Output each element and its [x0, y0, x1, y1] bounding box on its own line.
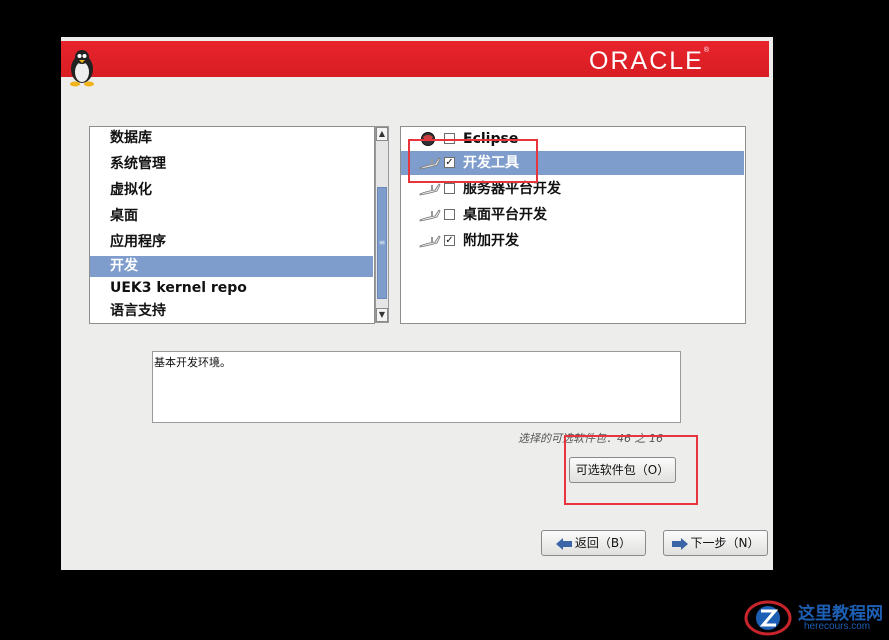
- group-item-additional-development[interactable]: ✓ 附加开发: [401, 229, 744, 253]
- back-arrow-icon: [555, 537, 572, 550]
- optional-packages-button[interactable]: 可选软件包（O）: [569, 457, 676, 483]
- globe-icon: [421, 132, 435, 146]
- category-item-language-support[interactable]: 语言支持: [90, 301, 373, 322]
- oracle-logo: ORACLE®: [589, 47, 709, 76]
- category-scrollbar[interactable]: ▲ ≡ ▼: [375, 126, 389, 323]
- group-checkbox-eclipse[interactable]: [444, 133, 455, 144]
- installer-window: ORACLE® 数据库 系统管理 虚拟化 桌面 应用程序 开发 UEK3 ker…: [61, 37, 773, 570]
- category-list[interactable]: 数据库 系统管理 虚拟化 桌面 应用程序 开发 UEK3 kernel repo…: [89, 126, 375, 324]
- category-item-database[interactable]: 数据库: [90, 128, 373, 149]
- group-description: 基本开发环境。: [152, 351, 681, 423]
- oracle-logo-text: ORACLE: [589, 47, 704, 75]
- next-button[interactable]: 下一步（N）: [663, 530, 768, 556]
- category-item-applications[interactable]: 应用程序: [90, 232, 373, 253]
- group-item-server-platform-development[interactable]: 服务器平台开发: [401, 177, 744, 201]
- scroll-up-arrow-icon[interactable]: ▲: [376, 127, 388, 141]
- back-button[interactable]: 返回（B）: [541, 530, 646, 556]
- tools-icon: [419, 209, 441, 222]
- group-label-eclipse: Eclipse: [463, 131, 519, 147]
- group-label-server-platform-development: 服务器平台开发: [463, 181, 561, 197]
- category-item-desktop[interactable]: 桌面: [90, 206, 373, 227]
- site-watermark: 这里教程网 herecours.com: [740, 598, 889, 640]
- group-item-eclipse[interactable]: Eclipse: [401, 127, 744, 151]
- group-label-development-tools: 开发工具: [463, 155, 519, 171]
- scrollbar-thumb[interactable]: ≡: [377, 187, 387, 299]
- tools-icon: [419, 235, 441, 248]
- group-item-desktop-platform-development[interactable]: 桌面平台开发: [401, 203, 744, 227]
- group-item-development-tools[interactable]: ✓ 开发工具: [401, 151, 744, 175]
- category-item-development[interactable]: 开发: [90, 256, 373, 277]
- oracle-banner: ORACLE®: [61, 41, 769, 87]
- optional-package-count: 选择的可选软件包：46 之 16: [518, 432, 663, 445]
- package-group-list[interactable]: Eclipse ✓ 开发工具 服务器平台开发 桌面平台开发 ✓ 附加开发: [400, 126, 746, 324]
- group-checkbox-development-tools[interactable]: ✓: [444, 157, 455, 168]
- group-checkbox-additional-development[interactable]: ✓: [444, 235, 455, 246]
- registered-mark: ®: [703, 47, 709, 54]
- group-label-desktop-platform-development: 桌面平台开发: [463, 207, 547, 223]
- group-checkbox-desktop-platform-development[interactable]: [444, 209, 455, 220]
- category-item-uek3-kernel-repo[interactable]: UEK3 kernel repo: [90, 278, 373, 299]
- tools-icon: [419, 157, 441, 170]
- scroll-down-arrow-icon[interactable]: ▼: [376, 308, 388, 322]
- group-label-additional-development: 附加开发: [463, 233, 519, 249]
- tools-icon: [419, 183, 441, 196]
- back-button-label: 返回（B）: [574, 536, 632, 550]
- next-arrow-icon: [671, 537, 688, 550]
- tux-penguin-icon: [70, 50, 94, 87]
- category-item-virtualization[interactable]: 虚拟化: [90, 180, 373, 201]
- category-item-system-management[interactable]: 系统管理: [90, 154, 373, 175]
- watermark-logo-icon: [744, 600, 792, 636]
- group-checkbox-server-platform-development[interactable]: [444, 183, 455, 194]
- watermark-url: herecours.com: [804, 621, 871, 632]
- next-button-label: 下一步（N）: [690, 536, 760, 550]
